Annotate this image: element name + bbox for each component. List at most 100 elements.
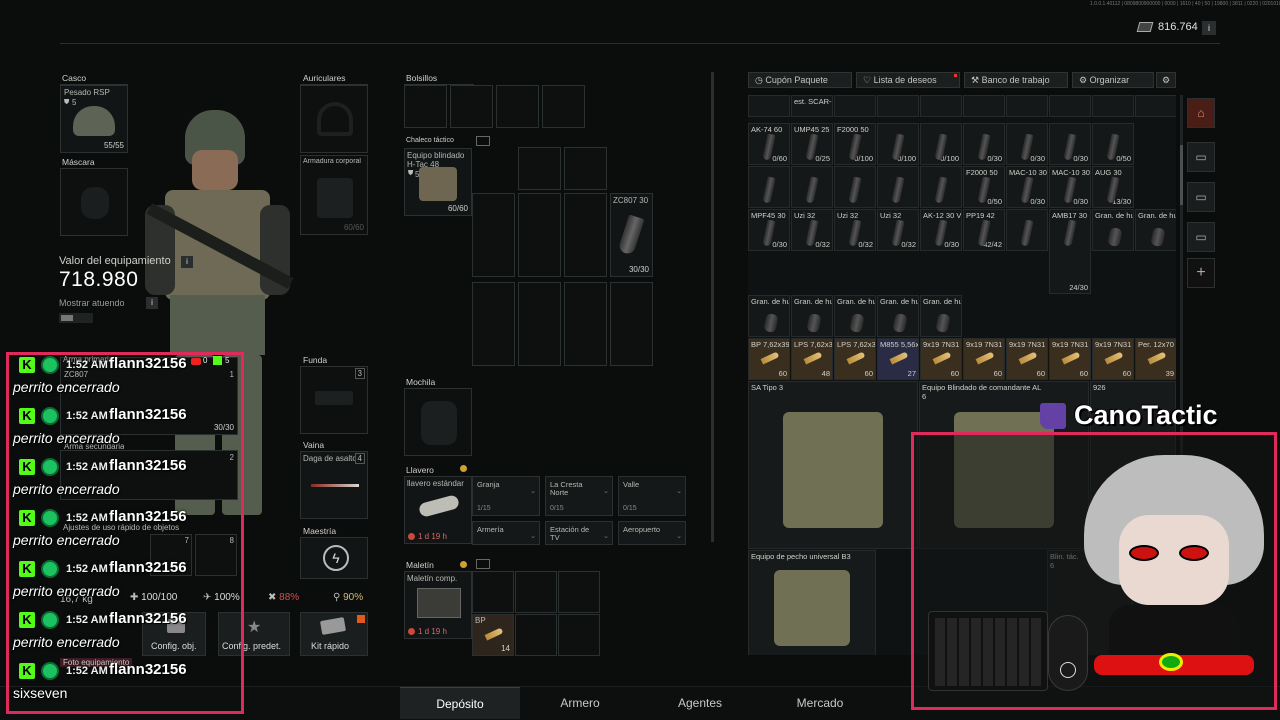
magazine-item[interactable]: MAC-10 30 0/30 bbox=[1049, 166, 1091, 208]
ammo-item[interactable]: M855 5,56x45 27 bbox=[877, 338, 919, 380]
magazine-item[interactable]: PP19 42 42/42 bbox=[963, 209, 1005, 251]
case-cell[interactable] bbox=[558, 614, 600, 656]
magazine-item[interactable]: 0/100 bbox=[877, 123, 919, 165]
ammo-item[interactable]: 9x19 7N31 60 bbox=[963, 338, 1005, 380]
grenade-item[interactable]: Gran. de humo bbox=[920, 295, 962, 337]
stash-item[interactable] bbox=[877, 95, 919, 117]
stash-container-button-3[interactable]: ▭ bbox=[1187, 222, 1215, 252]
pocket-slot-4[interactable] bbox=[542, 85, 585, 128]
ammo-item[interactable]: LPS 7,62x39 48 bbox=[791, 338, 833, 380]
cupon-button[interactable]: ◷ Cupón Paquete bbox=[748, 72, 852, 88]
magazine-item[interactable]: UMP45 25 0/25 bbox=[791, 123, 833, 165]
magazine-item[interactable] bbox=[1006, 209, 1048, 251]
stash-container-button-1[interactable]: ▭ bbox=[1187, 142, 1215, 172]
grenade-item[interactable]: Gran. de humo bbox=[748, 295, 790, 337]
vest-cell[interactable] bbox=[564, 193, 607, 277]
organizar-button[interactable]: ⚙ Organizar bbox=[1072, 72, 1154, 88]
casco-slot[interactable]: Pesado RSP ⛊ 5 55/55 bbox=[60, 85, 128, 153]
chaleco-slot[interactable]: Equipo blindado H-Tac 48 ⛊ 5 60/60 bbox=[404, 148, 472, 216]
magazine-item[interactable]: MAC-10 30 0/30 bbox=[1006, 166, 1048, 208]
pocket-slot-2[interactable] bbox=[450, 85, 493, 128]
grenade-item[interactable]: Gran. de humo bbox=[791, 295, 833, 337]
stash-settings-button[interactable]: ⚙ bbox=[1156, 72, 1176, 88]
grenade-item[interactable]: Gran. de humo bbox=[1092, 209, 1134, 251]
vest-cell[interactable] bbox=[472, 282, 515, 366]
kit-rapido-button[interactable]: Kit rápido bbox=[300, 612, 368, 656]
stash-item[interactable] bbox=[963, 95, 1005, 117]
case-cell[interactable] bbox=[558, 571, 600, 613]
key-slot[interactable]: La Cresta Norte 0/15 ⌄ bbox=[545, 476, 613, 516]
pocket-slot-1[interactable] bbox=[404, 85, 447, 128]
tab-agentes[interactable]: Agentes bbox=[640, 687, 760, 719]
magazine-item[interactable]: F2000 50 0/50 bbox=[963, 166, 1005, 208]
stash-item[interactable] bbox=[1049, 95, 1091, 117]
grenade-item[interactable]: Gran. de humo bbox=[834, 295, 876, 337]
magazine-item[interactable] bbox=[920, 166, 962, 208]
ammo-item[interactable]: 9x19 7N31 60 bbox=[1092, 338, 1134, 380]
valor-info-icon[interactable]: i bbox=[181, 256, 193, 268]
magazine-item[interactable] bbox=[748, 166, 790, 208]
case-cell[interactable] bbox=[472, 571, 514, 613]
grenade-item[interactable]: Gran. de humo bbox=[877, 295, 919, 337]
magazine-item[interactable]: Uzi 32 0/32 bbox=[791, 209, 833, 251]
ammo-item[interactable]: 9x19 7N31 60 bbox=[1006, 338, 1048, 380]
stash-home-button[interactable]: ⌂ bbox=[1187, 98, 1215, 128]
key-slot[interactable]: Granja 1/15 ⌄ bbox=[472, 476, 540, 516]
magazine-item[interactable]: Uzi 32 0/32 bbox=[834, 209, 876, 251]
vest-cell[interactable] bbox=[518, 193, 561, 277]
magazine-item[interactable] bbox=[791, 166, 833, 208]
stash-item[interactable] bbox=[1006, 95, 1048, 117]
stash-item[interactable]: est. SCAR- bbox=[791, 95, 833, 117]
llavero-slot[interactable]: llavero estándar 1 d 19 h bbox=[404, 476, 472, 544]
vaina-slot[interactable]: Daga de asalto 4 bbox=[300, 451, 368, 519]
armor-item[interactable]: SA Tipo 3 bbox=[748, 381, 918, 549]
key-slot[interactable]: Estación de TV ⌄ bbox=[545, 521, 613, 545]
magazine-item[interactable]: Uzi 32 0/32 bbox=[877, 209, 919, 251]
magazine-item[interactable]: MPF45 30 0/30 bbox=[748, 209, 790, 251]
ammo-item[interactable]: Per. 12x70 39 bbox=[1135, 338, 1176, 380]
chaleco-open-icon[interactable] bbox=[476, 136, 490, 146]
magazine-item[interactable] bbox=[834, 166, 876, 208]
grenade-item[interactable]: Gran. de humo bbox=[1135, 209, 1176, 251]
mascara-slot[interactable] bbox=[60, 168, 128, 236]
deseos-button[interactable]: ♡ Lista de deseos bbox=[856, 72, 960, 88]
magazine-item[interactable]: AUG 30 13/30 bbox=[1092, 166, 1134, 208]
magazine-item[interactable]: AK-74 60 0/60 bbox=[748, 123, 790, 165]
ammo-item[interactable]: LPS 7,62x39 60 bbox=[834, 338, 876, 380]
ammo-item[interactable]: 9x19 7N31 60 bbox=[1049, 338, 1091, 380]
case-ammo-cell[interactable]: BP 14 bbox=[472, 614, 514, 656]
stash-add-button[interactable]: + bbox=[1187, 258, 1215, 288]
stash-item[interactable] bbox=[920, 95, 962, 117]
magazine-item[interactable]: 0/30 bbox=[1006, 123, 1048, 165]
key-slot[interactable]: Armería ⌄ bbox=[472, 521, 540, 545]
vest-cell[interactable] bbox=[564, 147, 607, 190]
key-slot[interactable]: Aeropuerto ⌄ bbox=[618, 521, 686, 545]
vest-cell[interactable] bbox=[472, 193, 515, 277]
key-slot[interactable]: Valle 0/15 ⌄ bbox=[618, 476, 686, 516]
ammo-item[interactable]: BP 7,62x39 60 bbox=[748, 338, 790, 380]
stash-item[interactable] bbox=[1092, 95, 1134, 117]
vest-cell[interactable] bbox=[518, 282, 561, 366]
mochila-slot[interactable] bbox=[404, 388, 472, 456]
vest-cell[interactable] bbox=[564, 282, 607, 366]
magazine-item[interactable]: 0/100 bbox=[920, 123, 962, 165]
stash-item[interactable] bbox=[748, 95, 790, 117]
magazine-item[interactable]: AMB17 30 24/30 bbox=[1049, 209, 1091, 294]
magazine-item[interactable]: 0/50 bbox=[1092, 123, 1134, 165]
vest-mag-slot[interactable]: ZC807 30 30/30 bbox=[610, 193, 653, 277]
tab-armero[interactable]: Armero bbox=[520, 687, 640, 719]
ammo-item[interactable]: 9x19 7N31 60 bbox=[920, 338, 962, 380]
armor-item[interactable]: Equipo de pecho universal B3 bbox=[748, 550, 876, 655]
tab-deposito[interactable]: Depósito bbox=[400, 687, 520, 719]
magazine-item[interactable] bbox=[877, 166, 919, 208]
mostrar-toggle[interactable] bbox=[59, 313, 93, 323]
case-cell[interactable] bbox=[515, 614, 557, 656]
pocket-slot-3[interactable] bbox=[496, 85, 539, 128]
stash-container-button-2[interactable]: ▭ bbox=[1187, 182, 1215, 212]
maestria-slot[interactable]: ϟ bbox=[300, 537, 368, 579]
case-cell[interactable] bbox=[515, 571, 557, 613]
armadura-slot[interactable]: Armadura corporal 60/60 bbox=[300, 155, 368, 235]
currency-info-button[interactable]: i bbox=[1202, 21, 1216, 35]
gear-scrollbar[interactable] bbox=[711, 72, 714, 542]
vest-cell[interactable] bbox=[610, 282, 653, 366]
